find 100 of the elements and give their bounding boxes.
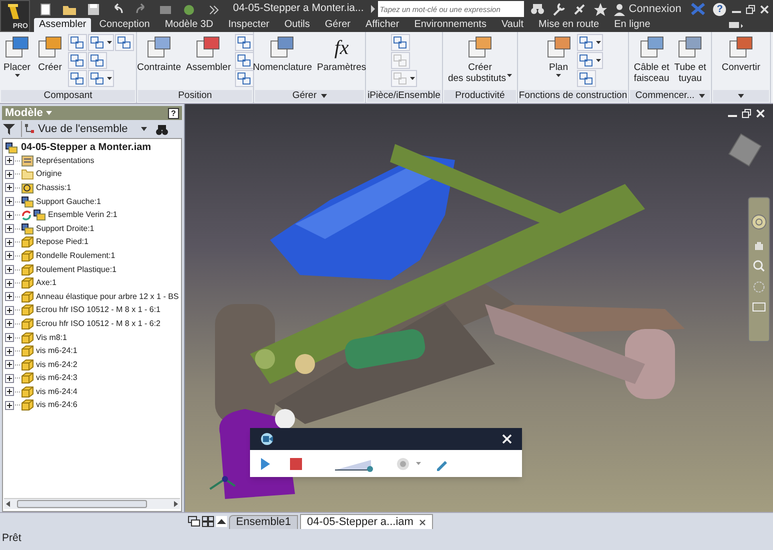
view-dropdown[interactable]: Vue de l'ensemble	[21, 120, 150, 138]
expander-icon[interactable]	[5, 238, 14, 247]
tree-item[interactable]: vis m6-24:4	[36, 386, 78, 398]
small-tool-button[interactable]	[234, 70, 254, 87]
sign-in-button[interactable]: Connexion	[614, 0, 682, 18]
expander-icon[interactable]	[5, 346, 14, 356]
ribbon-button[interactable]: Tube et tuyau	[673, 34, 708, 84]
tree-item[interactable]: vis m6-24:6	[36, 399, 78, 412]
restore-icon[interactable]	[746, 4, 755, 14]
document-tab[interactable]: 04-05-Stepper a...iam	[300, 514, 434, 529]
wrench-icon[interactable]	[550, 2, 566, 16]
ribbon-tab[interactable]: Afficher	[358, 18, 406, 32]
save-icon[interactable]	[86, 2, 101, 16]
expander-icon[interactable]	[5, 156, 14, 166]
ribbon-tab[interactable]: Gérer	[318, 18, 358, 32]
tree-item[interactable]: 04-05-Stepper a Monter.iam	[21, 140, 152, 155]
binoculars-icon[interactable]	[530, 2, 545, 16]
ribbon-button[interactable]: Plan	[544, 34, 574, 77]
tree-item[interactable]: Rondelle Roulement:1	[36, 250, 116, 262]
ribbon-tab[interactable]: Environnements	[407, 18, 494, 32]
view-cube-icon[interactable]	[727, 132, 763, 168]
filter-icon[interactable]	[3, 123, 15, 135]
new-file-icon[interactable]	[38, 2, 53, 16]
tree-item[interactable]: Origine	[36, 168, 62, 180]
expander-icon[interactable]	[5, 333, 14, 342]
expander-icon[interactable]	[5, 278, 14, 288]
expander-icon[interactable]	[5, 387, 14, 396]
ribbon-tab[interactable]: Outils	[277, 18, 317, 32]
expander-icon[interactable]	[5, 400, 14, 410]
tree-item[interactable]: Ecrou hfr ISO 10512 - M 8 x 1 - 6:2	[36, 318, 160, 330]
small-tool-button[interactable]	[234, 52, 254, 69]
up-arrow-icon[interactable]	[216, 516, 227, 527]
tree-item[interactable]: Ecrou hfr ISO 10512 - M 8 x 1 - 6:1	[36, 304, 160, 316]
tree-item[interactable]: Support Droite:1	[36, 222, 94, 235]
caret-icon[interactable]	[738, 94, 744, 98]
expander-icon[interactable]	[5, 210, 14, 220]
tree-item[interactable]: Repose Pied:1	[36, 236, 88, 248]
ribbon-button[interactable]: Créer	[35, 34, 65, 73]
ribbon-tab[interactable]: Assembler	[34, 18, 92, 32]
small-tool-button[interactable]	[576, 34, 602, 51]
tree-item[interactable]: vis m6-24:3	[36, 372, 78, 384]
small-tool-button[interactable]	[88, 52, 107, 69]
small-tool-button[interactable]	[68, 52, 87, 69]
help-button[interactable]: ?	[713, 2, 726, 16]
steering-wheel-icon[interactable]	[751, 214, 767, 230]
tree-item[interactable]: Support Gauche:1	[36, 196, 101, 208]
ribbon-button[interactable]: Convertir	[720, 34, 762, 73]
expander-icon[interactable]	[5, 183, 14, 192]
binoculars-icon[interactable]	[156, 124, 168, 134]
tile-icon[interactable]	[202, 516, 214, 527]
ribbon-button[interactable]: fx Paramètres	[316, 34, 368, 73]
caret-icon[interactable]	[698, 94, 705, 98]
caret-icon[interactable]	[320, 94, 327, 98]
stop-icon[interactable]	[290, 458, 302, 470]
ribbon-tab[interactable]: Modèle 3D	[158, 18, 220, 32]
tree-item[interactable]: Roulement Plastique:1	[36, 264, 116, 276]
expander-icon[interactable]	[5, 319, 14, 328]
tree-item[interactable]: Vis m8:1	[36, 332, 67, 344]
expander-icon[interactable]	[5, 251, 14, 260]
ribbon-button[interactable]: Assembler	[184, 34, 232, 73]
tree-item[interactable]: Anneau élastique pour arbre 12 x 1 - BS	[36, 290, 179, 303]
small-tool-button[interactable]	[88, 70, 114, 87]
small-tool-button[interactable]	[68, 34, 87, 51]
help-button[interactable]: ?	[168, 108, 179, 118]
ribbon-tab[interactable]: Inspecter	[221, 18, 276, 32]
small-tool-button[interactable]	[234, 34, 254, 51]
ribbon-button[interactable]: Nomenclature	[252, 34, 314, 73]
ribbon-button[interactable]: Câble et faisceau	[632, 34, 670, 84]
expander-icon[interactable]	[5, 306, 14, 315]
horizontal-scrollbar[interactable]	[4, 498, 180, 509]
3d-viewport[interactable]	[185, 104, 773, 512]
expander-icon[interactable]	[5, 374, 14, 383]
star-icon[interactable]	[592, 2, 608, 16]
expander-icon[interactable]	[5, 292, 14, 302]
tree-item[interactable]: Représentations	[36, 154, 94, 167]
small-tool-button[interactable]	[88, 34, 114, 51]
ribbon-tab[interactable]: Conception	[92, 18, 157, 32]
tree-item[interactable]: Ensemble Verin 2:1	[48, 209, 118, 222]
ribbon-button[interactable]: Créer des substituts	[446, 34, 514, 84]
small-tool-button[interactable]	[391, 34, 410, 51]
ribbon-button[interactable]: Contrainte	[136, 34, 182, 73]
expander-icon[interactable]	[5, 360, 14, 370]
small-tool-button[interactable]	[68, 70, 87, 87]
document-tab[interactable]: Ensemble1	[229, 515, 298, 529]
tree-item[interactable]: vis m6-24:1	[36, 345, 78, 358]
close-icon[interactable]	[419, 518, 426, 526]
ribbon-tab[interactable]: Mise en route	[532, 18, 606, 32]
expander-icon[interactable]	[5, 265, 14, 274]
ribbon-tab[interactable]: Vault	[494, 18, 531, 32]
small-tool-button[interactable]	[576, 52, 602, 69]
tree-item[interactable]: Chassis:1	[36, 182, 72, 194]
tree-item[interactable]: Axe:1	[36, 277, 56, 290]
ribbon-button[interactable]: Placer	[2, 34, 32, 77]
restore-icon[interactable]	[742, 109, 751, 118]
play-icon[interactable]	[260, 458, 270, 470]
cascade-icon[interactable]	[188, 516, 200, 527]
expander-icon[interactable]	[5, 170, 14, 179]
ribbon-tab[interactable]: En ligne	[607, 18, 658, 32]
small-tool-button[interactable]	[576, 70, 596, 87]
tree-item[interactable]: vis m6-24:2	[36, 358, 78, 371]
